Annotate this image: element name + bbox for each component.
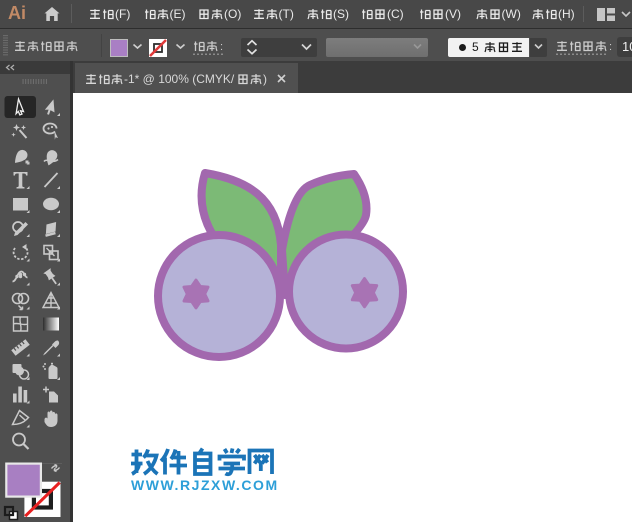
svg-text:-1* @ 100% (CMYK/: -1* @ 100% (CMYK/ bbox=[124, 72, 235, 86]
svg-text::: : bbox=[609, 41, 612, 53]
svg-text:WWW.RJZXW.COM: WWW.RJZXW.COM bbox=[131, 477, 279, 493]
svg-text::: : bbox=[220, 41, 223, 53]
svg-text:): ) bbox=[263, 72, 267, 86]
